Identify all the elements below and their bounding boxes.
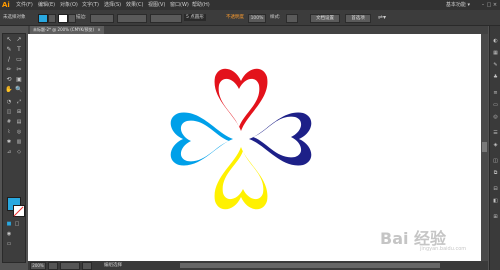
menu-edit[interactable]: 编辑(E) [38, 0, 55, 10]
document-tab[interactable]: 未标题-2* @ 200% (CMYK/预览) × [30, 26, 104, 34]
stroke-swatch[interactable] [58, 14, 68, 23]
zoom-tool-icon[interactable]: 🔍 [15, 86, 23, 94]
document-tab-title: 未标题-2* @ 200% (CMYK/预览) [33, 27, 95, 32]
stroke-dropdown[interactable] [68, 14, 76, 23]
arrange-icon[interactable]: ⇌▾ [378, 14, 386, 21]
transform-panel-icon[interactable]: ⊞ [492, 214, 499, 221]
style-dropdown[interactable] [286, 14, 298, 23]
selection-status: 未选择对象 [3, 15, 26, 20]
menu-object[interactable]: 对象(O) [60, 0, 78, 10]
scale-tool-icon[interactable]: ⤢ [15, 98, 23, 106]
fill-swatch[interactable] [38, 14, 48, 23]
line-tool-icon[interactable]: / [5, 56, 13, 64]
menu-file[interactable]: 文件(F) [16, 0, 33, 10]
color-panel-icon[interactable]: ◐ [492, 38, 499, 45]
workspace-switcher[interactable]: 基本功能 ▾ [446, 0, 470, 10]
brush-dropdown[interactable] [150, 14, 182, 23]
stroke-panel-icon[interactable]: ≡ [492, 90, 499, 97]
menu-effect[interactable]: 效果(C) [126, 0, 143, 10]
current-tool-status: 编组选择 [104, 263, 122, 268]
shape-builder-icon[interactable]: ◫ [5, 108, 13, 116]
menu-type[interactable]: 文字(T) [82, 0, 99, 10]
appearance-panel-icon[interactable]: ☰ [492, 130, 499, 137]
horizontal-scroll-thumb[interactable] [180, 263, 440, 268]
brush-weight-label[interactable]: 5 点圆形 [184, 14, 206, 21]
artboards-panel-icon[interactable]: ⧉ [492, 170, 499, 177]
zoom-level-field[interactable]: 200% [30, 262, 46, 270]
baidu-watermark-url: jingyan.baidu.com [420, 246, 467, 252]
selection-tool-icon[interactable]: ↖ [5, 36, 13, 44]
direct-selection-tool-icon[interactable]: ↗ [15, 36, 23, 44]
artboard-number-field[interactable] [60, 262, 80, 270]
gradient-panel-icon[interactable]: ▭ [492, 102, 499, 109]
menu-help[interactable]: 帮助(H) [192, 0, 210, 10]
graphic-styles-panel-icon[interactable]: ◈ [492, 142, 499, 149]
pen-tool-icon[interactable]: ✎ [5, 46, 13, 54]
transparency-panel-icon[interactable]: ◎ [492, 114, 499, 121]
stroke-weight-input[interactable] [90, 14, 114, 23]
brushes-panel-icon[interactable]: ✎ [492, 62, 499, 69]
fill-dropdown[interactable] [48, 14, 56, 23]
mesh-tool-icon[interactable]: # [5, 118, 13, 126]
layers-panel-icon[interactable]: ◫ [492, 158, 499, 165]
variable-width-dropdown[interactable] [117, 14, 147, 23]
opacity-input[interactable]: 100% [248, 14, 266, 23]
artboard-tool-icon[interactable]: ▣ [15, 76, 23, 84]
swatches-panel-icon[interactable]: ▦ [492, 50, 499, 57]
opacity-label[interactable]: 不透明度 [226, 14, 244, 21]
symbol-sprayer-icon[interactable]: ✱ [5, 138, 13, 146]
pencil-tool-icon[interactable]: ✏ [5, 66, 13, 74]
control-bar: 未选择对象 描边: 5 点圆形 不透明度 100% 样式: 文档设置 首选项 ⇌… [0, 10, 500, 26]
menu-select[interactable]: 选择(S) [104, 0, 121, 10]
eyedropper-tool-icon[interactable]: ⌇ [5, 128, 13, 136]
menu-view[interactable]: 视图(V) [148, 0, 165, 10]
rectangle-tool-icon[interactable]: ▭ [15, 56, 23, 64]
menu-window[interactable]: 窗口(W) [170, 0, 189, 10]
document-setup-button[interactable]: 文档设置 [310, 14, 340, 23]
style-label: 样式: [270, 15, 281, 20]
vertical-scroll-thumb[interactable] [482, 142, 487, 152]
eraser-tool-icon[interactable]: ◇ [15, 148, 23, 156]
preferences-button[interactable]: 首选项 [345, 14, 371, 23]
screen-mode-icon[interactable]: ▭ [5, 240, 13, 248]
menu-bar: Ai 文件(F) 编辑(E) 对象(O) 文字(T) 选择(S) 效果(C) 视… [0, 0, 500, 10]
panel-dock: ◐ ▦ ✎ ♣ ≡ ▭ ◎ ☰ ◈ ◫ ⧉ ⊟ ◧ ⊞ [489, 26, 500, 270]
draw-mode-icon[interactable]: ◉ [5, 230, 13, 238]
blend-tool-icon[interactable]: ◎ [15, 128, 23, 136]
window-controls: – □ × [480, 0, 498, 10]
scissors-tool-icon[interactable]: ✂ [15, 66, 23, 74]
rotate-tool-icon[interactable]: ⟲ [5, 76, 13, 84]
symbols-panel-icon[interactable]: ♣ [492, 74, 499, 81]
stroke-color-swatch[interactable] [13, 205, 25, 217]
perspective-tool-icon[interactable]: ⊞ [15, 108, 23, 116]
color-mode-icon[interactable]: ■ [5, 220, 13, 228]
warp-tool-icon[interactable]: ◔ [5, 98, 13, 106]
app-logo: Ai [2, 1, 10, 9]
tools-panel: ↖ ↗ ✎ T / ▭ ✏ ✂ ⟲ ▣ ✋ 🔍 ◔ ⤢ ◫ ⊞ # ▤ ⌇ ◎ … [2, 33, 26, 263]
artboard-nav-prev[interactable] [48, 262, 58, 270]
close-tab-icon[interactable]: × [97, 27, 100, 32]
gradient-tool-icon[interactable]: ▤ [15, 118, 23, 126]
gradient-mode-icon[interactable]: □ [13, 220, 21, 228]
close-button[interactable]: × [492, 0, 498, 10]
align-panel-icon[interactable]: ⊟ [492, 186, 499, 193]
hand-tool-icon[interactable]: ✋ [5, 86, 13, 94]
pathfinder-panel-icon[interactable]: ◧ [492, 198, 499, 205]
stroke-label: 描边: [76, 15, 87, 20]
graph-tool-icon[interactable]: ▥ [15, 138, 23, 146]
type-tool-icon[interactable]: T [15, 46, 23, 54]
slice-tool-icon[interactable]: ⊿ [5, 148, 13, 156]
artboard-nav-next[interactable] [82, 262, 92, 270]
